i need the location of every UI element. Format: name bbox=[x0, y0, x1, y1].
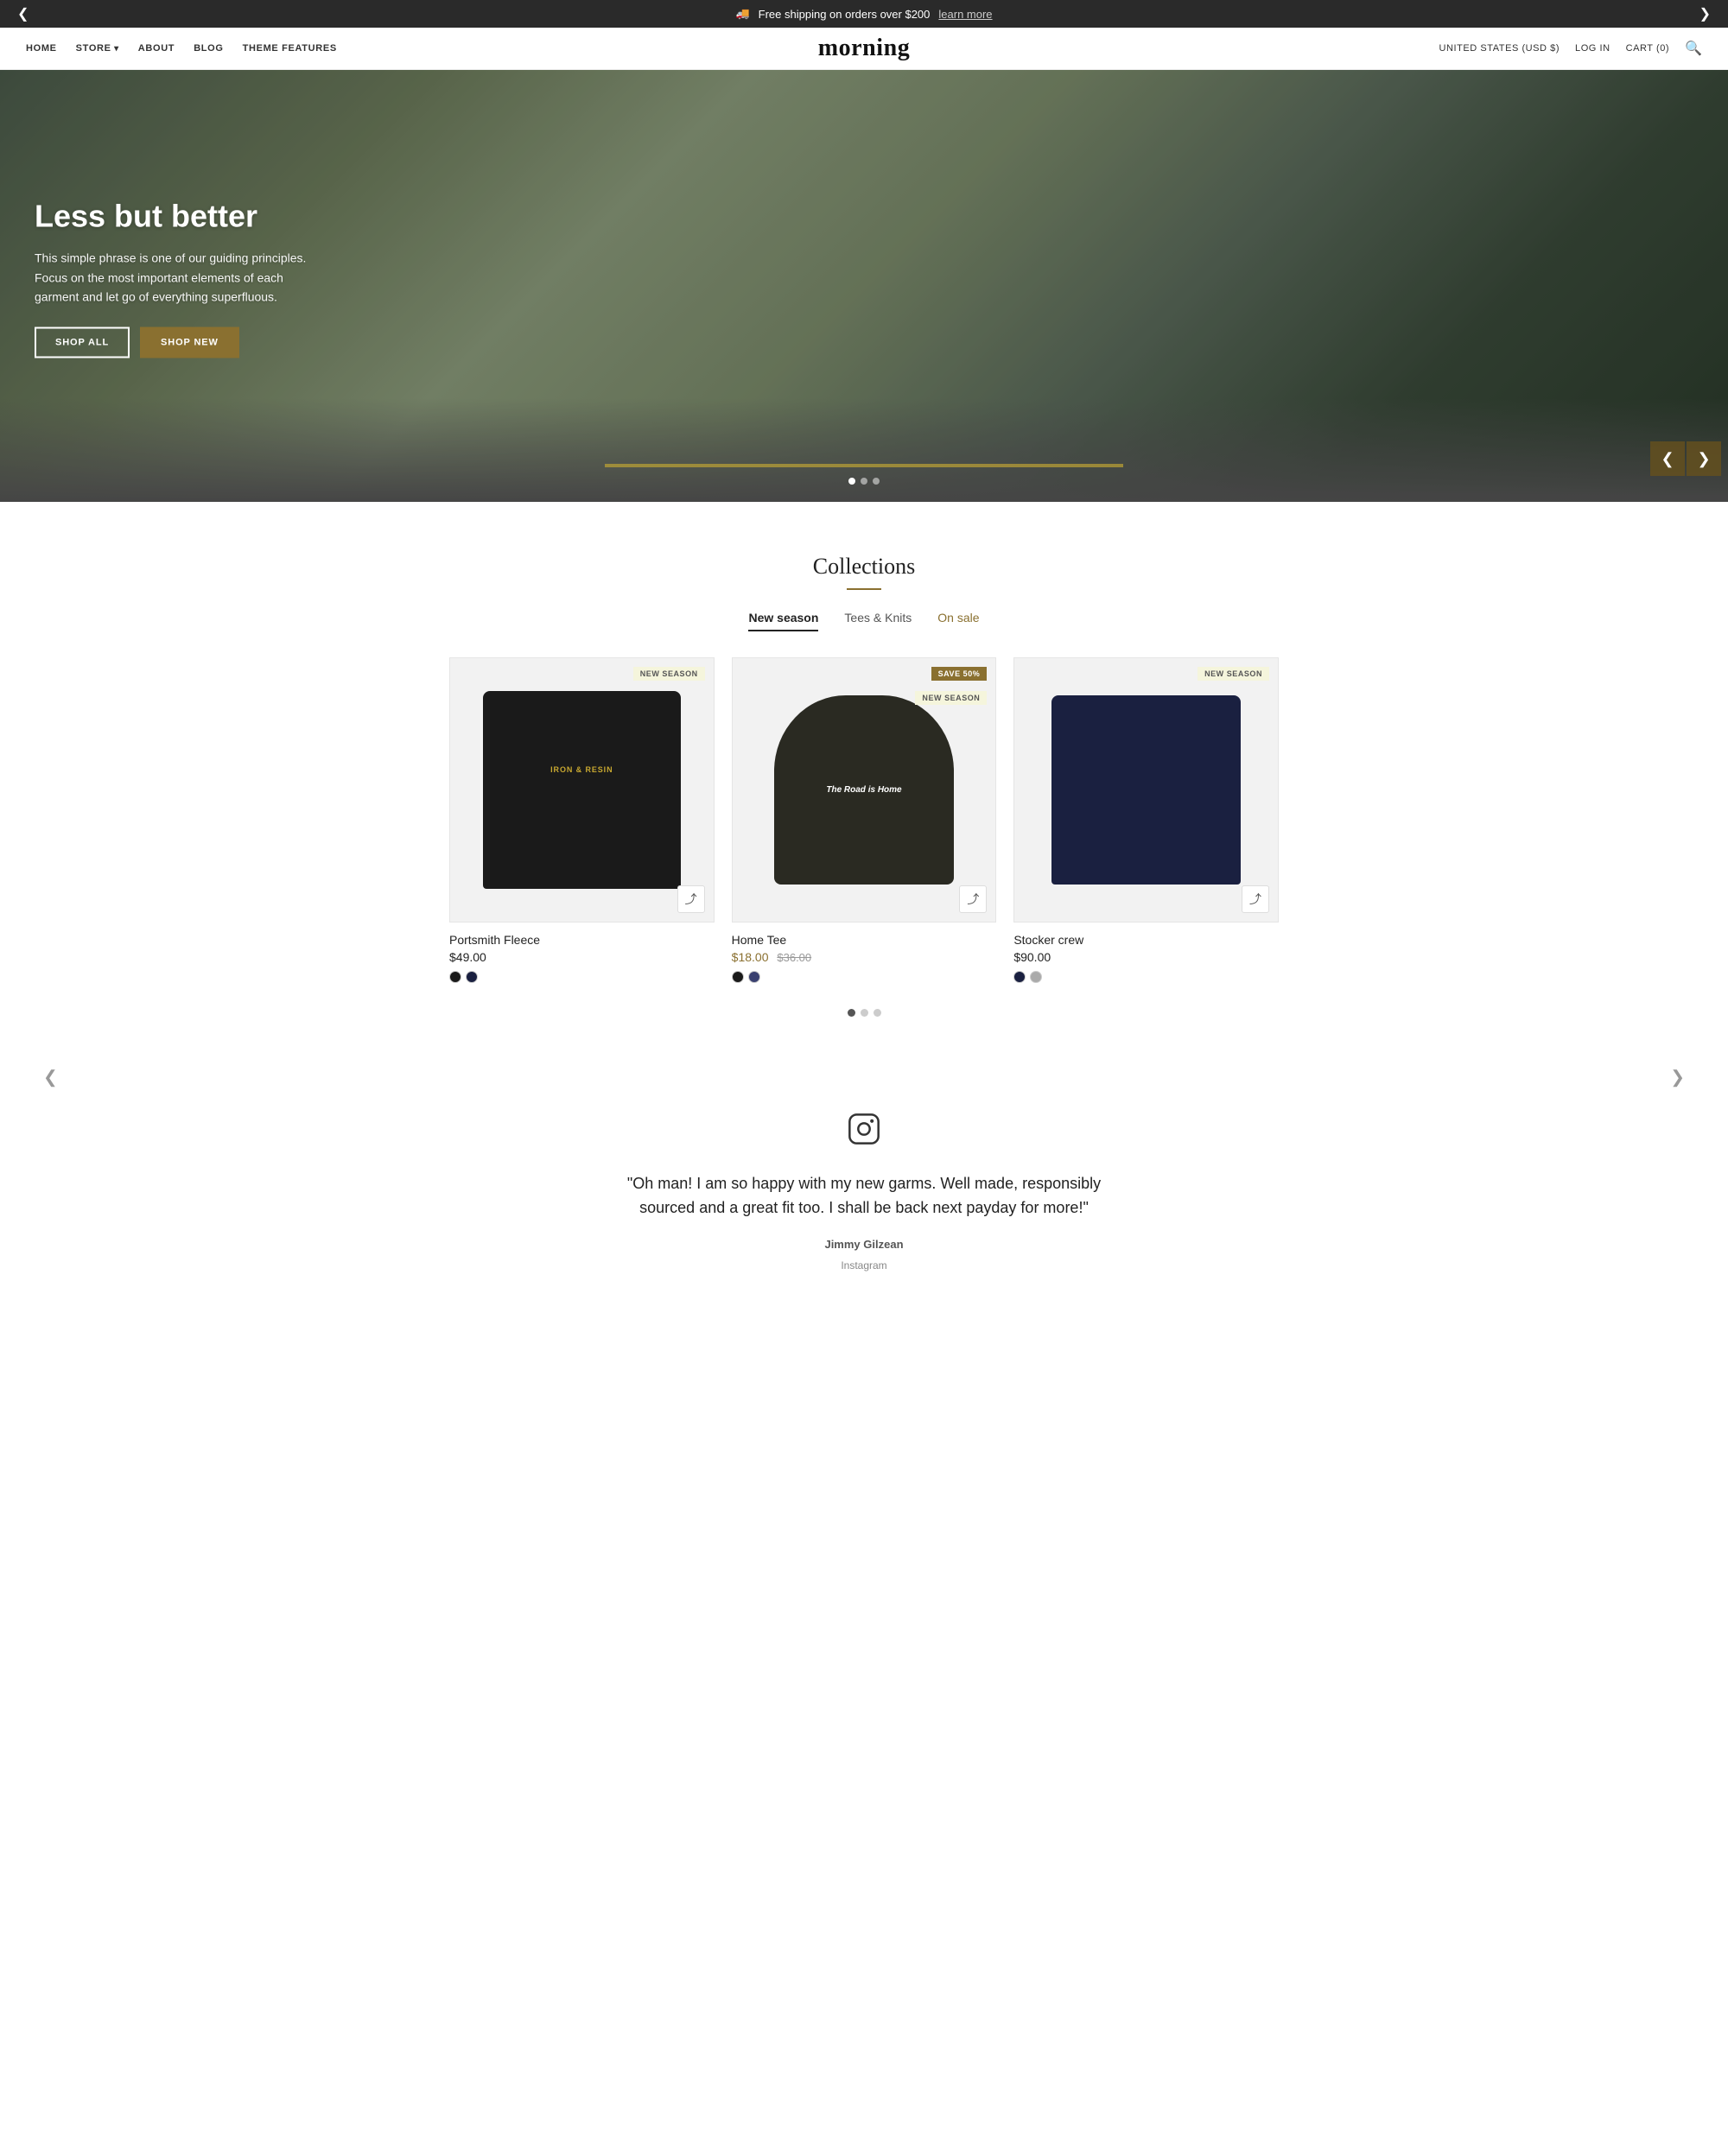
announcement-next-button[interactable]: ❯ bbox=[1699, 5, 1711, 22]
product-badge-sale-tee: SAVE 50% bbox=[931, 667, 988, 681]
product-badge-crew: NEW SEASON bbox=[1198, 667, 1269, 681]
search-button[interactable]: 🔍 bbox=[1685, 40, 1702, 57]
hero-prev-button[interactable]: ❮ bbox=[1650, 441, 1685, 476]
product-swatches-tee bbox=[732, 971, 997, 983]
product-card-crew: NEW SEASON ⤴ Stocker crew $90.00 bbox=[1013, 657, 1279, 983]
swatch-black[interactable] bbox=[449, 971, 461, 983]
page-dot-3[interactable] bbox=[874, 1009, 881, 1017]
tab-new-season[interactable]: New season bbox=[748, 611, 818, 631]
collections-underline bbox=[847, 588, 881, 590]
nav-blog[interactable]: BLOG bbox=[194, 43, 223, 54]
hero-content: Less but better This simple phrase is on… bbox=[35, 198, 328, 358]
nav-theme-features[interactable]: THEME FEATURES bbox=[243, 43, 337, 54]
crew-image-art bbox=[1051, 695, 1241, 885]
tab-tees-knits[interactable]: Tees & Knits bbox=[844, 611, 912, 631]
hero-dots bbox=[848, 478, 880, 485]
product-name-crew: Stocker crew bbox=[1013, 933, 1279, 947]
share-button-tee[interactable]: ⤴ bbox=[959, 885, 987, 913]
page-dot-2[interactable] bbox=[861, 1009, 868, 1017]
cart-link[interactable]: CART (0) bbox=[1626, 43, 1669, 54]
pagination-dots bbox=[26, 1009, 1702, 1017]
navbar: HOME STORE ABOUT BLOG THEME FEATURES mor… bbox=[0, 28, 1728, 70]
product-badge-fleece: NEW SEASON bbox=[633, 667, 705, 681]
swatch-gray-crew[interactable] bbox=[1030, 971, 1042, 983]
testimonial-sublabel: Instagram bbox=[26, 1259, 1702, 1271]
product-image-fleece: NEW SEASON ⤴ bbox=[449, 657, 715, 923]
product-image-crew: NEW SEASON ⤴ bbox=[1013, 657, 1279, 923]
shop-new-button[interactable]: SHOP NEW bbox=[140, 327, 239, 358]
announcement-bar: ❮ 🚚 Free shipping on orders over $200 le… bbox=[0, 0, 1728, 28]
hero-title: Less but better bbox=[35, 198, 328, 235]
product-swatches-fleece bbox=[449, 971, 715, 983]
testimonial-text: "Oh man! I am so happy with my new garms… bbox=[622, 1171, 1106, 1221]
nav-links: HOME STORE ABOUT BLOG THEME FEATURES bbox=[26, 43, 337, 54]
testimonial-wrap: ❮ "Oh man! I am so happy with my new gar… bbox=[26, 1112, 1702, 1252]
testimonial-next-button[interactable]: ❯ bbox=[1670, 1066, 1685, 1088]
announcement-prev-button[interactable]: ❮ bbox=[17, 5, 29, 22]
product-swatches-crew bbox=[1013, 971, 1279, 983]
fleece-image-art bbox=[483, 691, 680, 888]
product-name-fleece: Portsmith Fleece bbox=[449, 933, 715, 947]
nav-right-actions: UNITED STATES (USD $) LOG IN CART (0) 🔍 bbox=[1439, 40, 1702, 57]
announcement-text: Free shipping on orders over $200 bbox=[759, 8, 931, 21]
announcement-icon: 🚚 bbox=[735, 7, 749, 21]
product-card-fleece: NEW SEASON ⤴ Portsmith Fleece $49.00 bbox=[449, 657, 715, 983]
hero-buttons: SHOP ALL SHOP NEW bbox=[35, 327, 328, 358]
nav-home[interactable]: HOME bbox=[26, 43, 57, 54]
hero-next-button[interactable]: ❯ bbox=[1687, 441, 1721, 476]
swatch-blue-tee[interactable] bbox=[748, 971, 760, 983]
shop-all-button[interactable]: SHOP ALL bbox=[35, 327, 130, 358]
hero-description: This simple phrase is one of our guiding… bbox=[35, 249, 328, 307]
collections-title: Collections bbox=[26, 554, 1702, 580]
product-image-tee: SAVE 50% NEW SEASON ⤴ bbox=[732, 657, 997, 923]
page-dot-1[interactable] bbox=[848, 1009, 855, 1017]
product-name-tee: Home Tee bbox=[732, 933, 997, 947]
testimonial-author: Jimmy Gilzean bbox=[26, 1238, 1702, 1251]
product-price-fleece: $49.00 bbox=[449, 950, 715, 964]
site-logo[interactable]: morning bbox=[818, 35, 911, 62]
collections-tabs: New season Tees & Knits On sale bbox=[26, 611, 1702, 631]
instagram-icon bbox=[26, 1112, 1702, 1154]
swatch-navy[interactable] bbox=[466, 971, 478, 983]
swatch-black-tee[interactable] bbox=[732, 971, 744, 983]
product-price-crew: $90.00 bbox=[1013, 950, 1279, 964]
tee-sale-price: $18.00 bbox=[732, 950, 769, 964]
swatch-navy-crew[interactable] bbox=[1013, 971, 1026, 983]
tee-original-price: $36.00 bbox=[777, 951, 811, 964]
hero-dot-1[interactable] bbox=[848, 478, 855, 485]
testimonial-section: ❮ "Oh man! I am so happy with my new gar… bbox=[0, 1077, 1728, 1298]
share-button-fleece[interactable]: ⤴ bbox=[677, 885, 705, 913]
login-link[interactable]: LOG IN bbox=[1575, 43, 1610, 54]
hero-section: Less but better This simple phrase is on… bbox=[0, 70, 1728, 502]
testimonial-prev-button[interactable]: ❮ bbox=[43, 1066, 58, 1088]
product-grid: NEW SEASON ⤴ Portsmith Fleece $49.00 SAV… bbox=[441, 657, 1287, 983]
tee-image-art bbox=[774, 695, 953, 885]
nav-about[interactable]: ABOUT bbox=[138, 43, 175, 54]
collections-section: Collections New season Tees & Knits On s… bbox=[0, 502, 1728, 1077]
product-price-tee: $18.00 $36.00 bbox=[732, 950, 997, 964]
tab-on-sale[interactable]: On sale bbox=[937, 611, 979, 631]
announcement-link[interactable]: learn more bbox=[938, 8, 992, 21]
share-button-crew[interactable]: ⤴ bbox=[1242, 885, 1269, 913]
product-badge-new-tee: NEW SEASON bbox=[915, 691, 987, 705]
hero-dot-3[interactable] bbox=[873, 478, 880, 485]
hero-dot-2[interactable] bbox=[861, 478, 867, 485]
product-card-tee: SAVE 50% NEW SEASON ⤴ Home Tee $18.00 $3… bbox=[732, 657, 997, 983]
region-selector[interactable]: UNITED STATES (USD $) bbox=[1439, 43, 1560, 54]
nav-store[interactable]: STORE bbox=[76, 43, 119, 54]
